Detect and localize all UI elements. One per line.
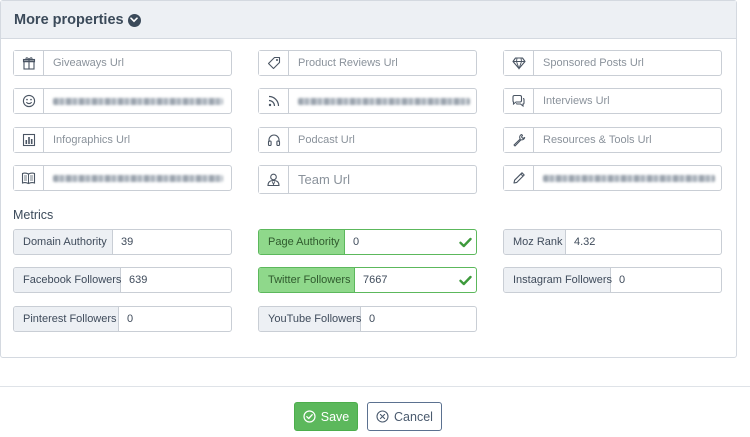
field-placeholder: Podcast Url <box>298 134 355 146</box>
twitter-followers-field[interactable]: Twitter Followers 7667 <box>258 267 477 293</box>
pinterest-followers-field[interactable]: Pinterest Followers 0 <box>13 306 232 332</box>
interviews-url-input[interactable]: Interviews Url <box>503 88 722 114</box>
check-icon <box>454 230 476 254</box>
save-button[interactable]: Save <box>294 402 358 431</box>
comments-icon <box>504 89 534 113</box>
field-placeholder: Interviews Url <box>543 95 610 107</box>
blurred-url-value <box>44 166 231 190</box>
podcast-url-input[interactable]: Podcast Url <box>258 127 477 153</box>
blurred-url-value <box>44 89 231 113</box>
wrench-icon <box>504 128 534 152</box>
pencil-icon <box>504 166 534 190</box>
headphones-icon <box>259 128 289 152</box>
moz-rank-value[interactable]: 4.32 <box>566 230 721 254</box>
instagram-followers-value[interactable]: 0 <box>611 268 721 292</box>
pencil-url-input[interactable] <box>503 165 722 191</box>
panel-header[interactable]: More properties <box>1 1 736 39</box>
twitter-followers-value[interactable]: 7667 <box>355 268 454 292</box>
check-icon <box>454 268 476 292</box>
resources-tools-url-input[interactable]: Resources & Tools Url <box>503 127 722 153</box>
instagram-followers-label: Instagram Followers <box>504 268 612 292</box>
pinterest-followers-label: Pinterest Followers <box>14 307 119 331</box>
user-icon <box>259 166 289 193</box>
cancel-button-label: Cancel <box>394 409 433 424</box>
smile-url-input[interactable] <box>13 88 232 114</box>
rss-icon <box>259 89 289 113</box>
pinterest-followers-value[interactable]: 0 <box>119 307 231 331</box>
book-icon <box>14 166 44 190</box>
blurred-url-value <box>534 166 721 190</box>
chevron-down-icon[interactable] <box>127 13 141 27</box>
close-circle-icon <box>376 410 389 423</box>
diamond-icon <box>504 51 534 75</box>
moz-rank-field[interactable]: Moz Rank 4.32 <box>503 229 722 255</box>
instagram-followers-field[interactable]: Instagram Followers 0 <box>503 267 722 293</box>
gift-icon <box>14 51 44 75</box>
infographics-url-input[interactable]: Infographics Url <box>13 127 232 153</box>
field-placeholder: Team Url <box>298 172 351 187</box>
field-placeholder: Sponsored Posts Url <box>543 57 644 69</box>
page-authority-field[interactable]: Page Authority 0 <box>258 229 477 255</box>
bar-chart-icon <box>14 128 44 152</box>
cancel-button[interactable]: Cancel <box>367 402 442 431</box>
facebook-followers-field[interactable]: Facebook Followers 639 <box>13 267 232 293</box>
youtube-followers-field[interactable]: YouTube Followers 0 <box>258 306 477 332</box>
moz-rank-label: Moz Rank <box>504 230 566 254</box>
metrics-heading: Metrics <box>13 208 54 222</box>
domain-authority-field[interactable]: Domain Authority 39 <box>13 229 232 255</box>
domain-authority-label: Domain Authority <box>14 230 113 254</box>
team-url-input[interactable]: Team Url <box>258 165 477 194</box>
field-placeholder: Infographics Url <box>53 134 131 146</box>
panel-title: More properties <box>14 11 124 28</box>
facebook-followers-label: Facebook Followers <box>14 268 121 292</box>
field-placeholder: Resources & Tools Url <box>543 134 652 146</box>
field-placeholder: Product Reviews Url <box>298 57 398 69</box>
save-button-label: Save <box>320 409 350 424</box>
giveaways-url-input[interactable]: Giveaways Url <box>13 50 232 76</box>
footer-divider <box>0 386 750 387</box>
facebook-followers-value[interactable]: 639 <box>121 268 231 292</box>
tag-icon <box>259 51 289 75</box>
twitter-followers-label: Twitter Followers <box>259 268 355 292</box>
blurred-url-value <box>289 89 476 113</box>
page-authority-label: Page Authority <box>259 230 345 254</box>
youtube-followers-value[interactable]: 0 <box>361 307 476 331</box>
check-circle-icon <box>303 410 316 423</box>
smile-icon <box>14 89 44 113</box>
page-authority-value[interactable]: 0 <box>345 230 454 254</box>
book-url-input[interactable] <box>13 165 232 191</box>
rss-url-input[interactable] <box>258 88 477 114</box>
domain-authority-value[interactable]: 39 <box>113 230 231 254</box>
product-reviews-url-input[interactable]: Product Reviews Url <box>258 50 477 76</box>
sponsored-posts-url-input[interactable]: Sponsored Posts Url <box>503 50 722 76</box>
youtube-followers-label: YouTube Followers <box>259 307 361 331</box>
field-placeholder: Giveaways Url <box>53 57 124 69</box>
